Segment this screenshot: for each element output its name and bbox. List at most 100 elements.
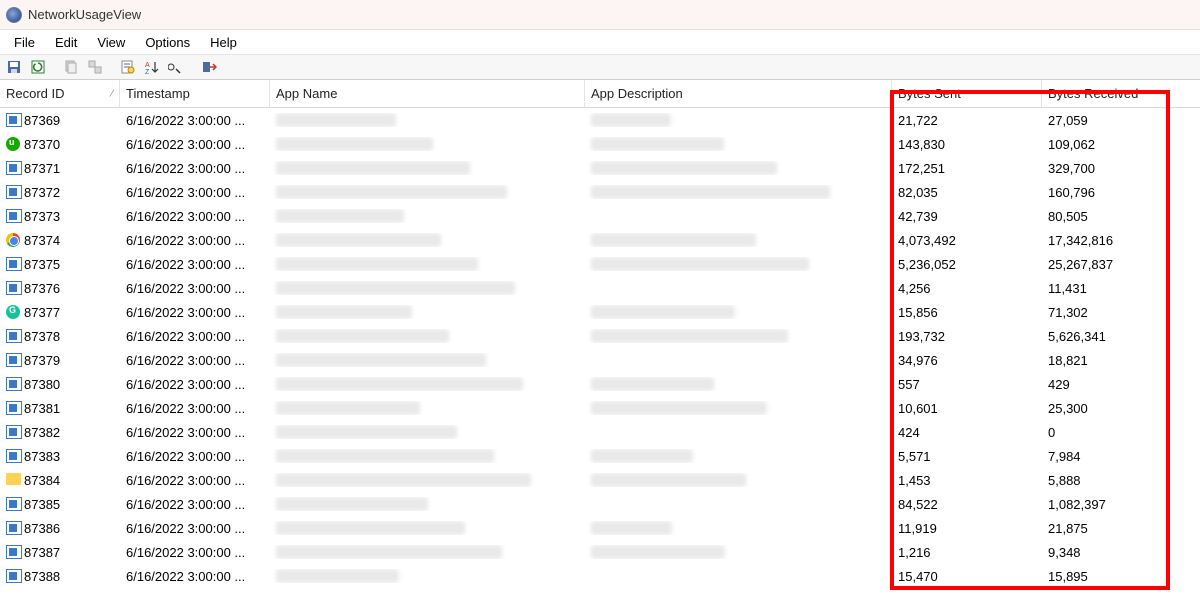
cell-app-name: [270, 233, 585, 247]
cell-bytes-sent: 4,073,492: [892, 233, 1042, 248]
redacted-content: [276, 233, 441, 247]
sort-button[interactable]: AZ: [142, 57, 162, 77]
select-all-button[interactable]: [85, 57, 105, 77]
redacted-content: [276, 113, 396, 127]
table-row[interactable]: 873866/16/2022 3:00:00 ...11,91921,875: [0, 516, 1200, 540]
cell-bytes-received: 21,875: [1042, 521, 1192, 536]
cell-bytes-sent: 143,830: [892, 137, 1042, 152]
record-id-value: 87377: [24, 305, 60, 320]
cell-bytes-received: 17,342,816: [1042, 233, 1192, 248]
cell-bytes-sent: 5,236,052: [892, 257, 1042, 272]
document-icon: [6, 497, 22, 511]
document-icon: [6, 449, 22, 463]
cell-app-name: [270, 113, 585, 127]
document-icon: [6, 113, 22, 127]
cell-timestamp: 6/16/2022 3:00:00 ...: [120, 137, 270, 152]
table-row[interactable]: 873776/16/2022 3:00:00 ...15,85671,302: [0, 300, 1200, 324]
table-row[interactable]: 87374 6/16/2022 3:00:00 ... 4,073,49217,34…: [0, 228, 1200, 252]
cell-bytes-sent: 84,522: [892, 497, 1042, 512]
cell-record-id: 87374: [0, 233, 120, 248]
cell-timestamp: 6/16/2022 3:00:00 ...: [120, 233, 270, 248]
col-bytes-received[interactable]: Bytes Received: [1042, 80, 1192, 107]
table-row[interactable]: 873876/16/2022 3:00:00 ...1,2169,348: [0, 540, 1200, 564]
cell-timestamp: 6/16/2022 3:00:00 ...: [120, 257, 270, 272]
redacted-content: [591, 257, 809, 271]
table-row[interactable]: 873696/16/2022 3:00:00 ...21,72227,059: [0, 108, 1200, 132]
cell-app-name: [270, 473, 585, 487]
table-row[interactable]: 873766/16/2022 3:00:00 ...4,25611,431: [0, 276, 1200, 300]
record-id-value: 87380: [24, 377, 60, 392]
save-button[interactable]: [4, 57, 24, 77]
properties-button[interactable]: [118, 57, 138, 77]
col-bytes-sent-label: Bytes Sent: [898, 86, 961, 101]
titlebar: NetworkUsageView: [0, 0, 1200, 30]
redacted-content: [276, 353, 486, 367]
cell-record-id: 87369: [0, 113, 120, 128]
record-id-value: 87369: [24, 113, 60, 128]
table-row[interactable]: 873706/16/2022 3:00:00 ...143,830109,062: [0, 132, 1200, 156]
cell-record-id: 87373: [0, 209, 120, 224]
upwork-icon: [6, 137, 22, 151]
cell-record-id: 87375: [0, 257, 120, 272]
cell-record-id: 87384: [0, 473, 120, 488]
col-bytes-sent[interactable]: Bytes Sent: [892, 80, 1042, 107]
cell-bytes-received: 429: [1042, 377, 1192, 392]
cell-app-name: [270, 257, 585, 271]
record-id-value: 87374: [24, 233, 60, 248]
copy-button[interactable]: [61, 57, 81, 77]
cell-bytes-sent: 4,256: [892, 281, 1042, 296]
document-icon: [6, 377, 22, 391]
grid-body[interactable]: 873696/16/2022 3:00:00 ...21,72227,05987…: [0, 108, 1200, 600]
cell-app-name: [270, 329, 585, 343]
redacted-content: [591, 233, 756, 247]
exit-button[interactable]: [199, 57, 219, 77]
redacted-content: [276, 377, 523, 391]
cell-record-id: 87378: [0, 329, 120, 344]
table-row[interactable]: 873786/16/2022 3:00:00 ...193,7325,626,3…: [0, 324, 1200, 348]
cell-bytes-sent: 557: [892, 377, 1042, 392]
cell-timestamp: 6/16/2022 3:00:00 ...: [120, 401, 270, 416]
menu-options[interactable]: Options: [135, 33, 200, 52]
table-row[interactable]: 873726/16/2022 3:00:00 ...82,035160,796: [0, 180, 1200, 204]
cell-record-id: 87386: [0, 521, 120, 536]
cell-timestamp: 6/16/2022 3:00:00 ...: [120, 329, 270, 344]
menu-help[interactable]: Help: [200, 33, 247, 52]
table-row[interactable]: 873756/16/2022 3:00:00 ...5,236,05225,26…: [0, 252, 1200, 276]
table-row[interactable]: 873716/16/2022 3:00:00 ...172,251329,700: [0, 156, 1200, 180]
cell-bytes-sent: 10,601: [892, 401, 1042, 416]
cell-app-name: [270, 185, 585, 199]
cell-bytes-received: 27,059: [1042, 113, 1192, 128]
col-record-id[interactable]: Record ID ⁄: [0, 80, 120, 107]
col-timestamp[interactable]: Timestamp: [120, 80, 270, 107]
copy-icon: [63, 59, 79, 75]
cell-bytes-sent: 42,739: [892, 209, 1042, 224]
cell-app-name: [270, 281, 585, 295]
menu-edit[interactable]: Edit: [45, 33, 87, 52]
menu-view[interactable]: View: [87, 33, 135, 52]
table-row[interactable]: 873806/16/2022 3:00:00 ...557429: [0, 372, 1200, 396]
redacted-content: [591, 473, 746, 487]
table-row[interactable]: 873816/16/2022 3:00:00 ...10,60125,300: [0, 396, 1200, 420]
table-row[interactable]: 873886/16/2022 3:00:00 ...15,47015,895: [0, 564, 1200, 588]
record-id-value: 87386: [24, 521, 60, 536]
table-row[interactable]: 873826/16/2022 3:00:00 ...4240: [0, 420, 1200, 444]
table-row[interactable]: 873846/16/2022 3:00:00 ...1,4535,888: [0, 468, 1200, 492]
table-row[interactable]: 873836/16/2022 3:00:00 ...5,5717,984: [0, 444, 1200, 468]
cell-timestamp: 6/16/2022 3:00:00 ...: [120, 473, 270, 488]
table-row[interactable]: 873856/16/2022 3:00:00 ...84,5221,082,39…: [0, 492, 1200, 516]
redacted-content: [591, 185, 830, 199]
cell-bytes-sent: 172,251: [892, 161, 1042, 176]
redacted-content: [276, 185, 507, 199]
table-row[interactable]: 873796/16/2022 3:00:00 ...34,97618,821: [0, 348, 1200, 372]
table-row[interactable]: 873736/16/2022 3:00:00 ...42,73980,505: [0, 204, 1200, 228]
col-app-name[interactable]: App Name: [270, 80, 585, 107]
find-button[interactable]: [166, 57, 186, 77]
cell-app-name: [270, 137, 585, 151]
cell-app-name: [270, 425, 585, 439]
menu-file[interactable]: File: [4, 33, 45, 52]
refresh-button[interactable]: [28, 57, 48, 77]
redacted-content: [276, 209, 404, 223]
document-icon: [6, 329, 22, 343]
col-app-description[interactable]: App Description: [585, 80, 892, 107]
grammarly-icon: [6, 305, 22, 319]
